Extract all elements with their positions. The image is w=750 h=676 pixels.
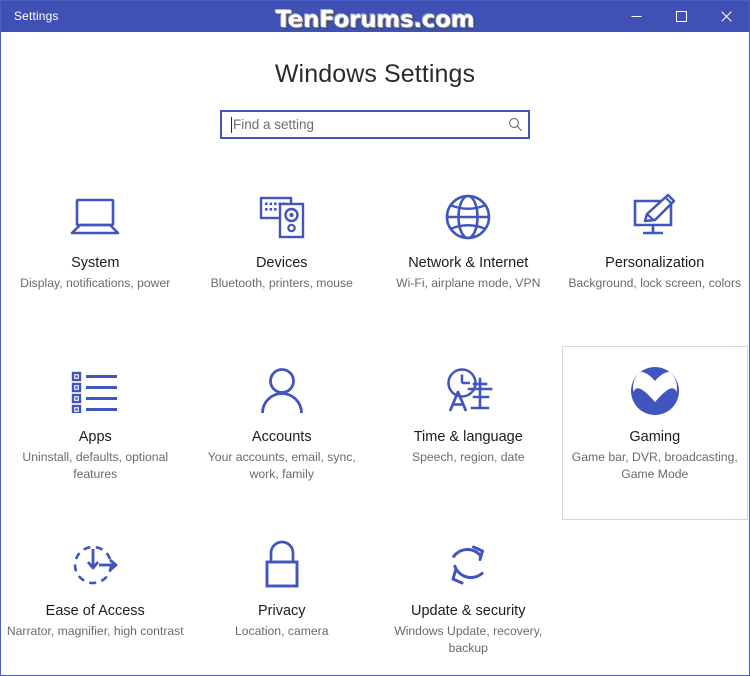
- tile-description: Speech, region, date: [412, 450, 525, 464]
- minimize-button[interactable]: [614, 1, 659, 32]
- tile-description: Your accounts, email, sync, work, family: [207, 450, 356, 481]
- tile-title: Ease of Access: [45, 603, 145, 619]
- tile-title: Apps: [78, 429, 112, 445]
- list-icon: [69, 360, 121, 422]
- search-box[interactable]: [220, 110, 530, 139]
- settings-tile-gaming[interactable]: Gaming Game bar, DVR, broadcasting, Game…: [561, 346, 748, 520]
- settings-content: Windows Settings Find a setting System D…: [1, 32, 749, 675]
- maximize-button[interactable]: [659, 1, 704, 32]
- settings-tile-ease-of-access[interactable]: Ease of Access Narrator, magnifier, high…: [2, 520, 189, 675]
- tile-description: Uninstall, defaults, optional features: [22, 450, 169, 481]
- close-button[interactable]: [704, 1, 749, 32]
- devices-icon: [254, 186, 310, 248]
- title-bar: Settings: [1, 1, 749, 32]
- settings-tile-time-language[interactable]: Time & language Speech, region, date: [375, 346, 562, 520]
- settings-tile-personalization[interactable]: Personalization Background, lock screen,…: [562, 172, 749, 346]
- tile-title: Gaming: [629, 429, 681, 445]
- search-row: [1, 110, 749, 139]
- settings-window: Settings TenForums.com Windows Settings …: [0, 0, 750, 676]
- tile-description: Game bar, DVR, broadcasting, Game Mode: [571, 450, 738, 481]
- lock-icon: [260, 534, 304, 596]
- tile-title: Privacy: [257, 603, 306, 619]
- tile-title: Accounts: [251, 429, 312, 445]
- paintbrush-monitor-icon: [627, 186, 683, 248]
- tile-description: Location, camera: [235, 624, 329, 638]
- tile-description: Display, notifications, power: [20, 276, 171, 290]
- window-controls: [614, 1, 749, 32]
- xbox-icon: [629, 360, 681, 422]
- window-title: Settings: [14, 9, 59, 23]
- settings-tile-grid: System Display, notifications, power Dev…: [1, 172, 749, 675]
- settings-tile-devices[interactable]: Devices Bluetooth, printers, mouse: [189, 172, 376, 346]
- tile-title: System: [71, 255, 120, 271]
- clock-language-icon: [441, 360, 495, 422]
- tile-title: Personalization: [605, 255, 705, 271]
- search-icon[interactable]: [502, 117, 528, 132]
- tile-title: Devices: [255, 255, 308, 271]
- tile-title: Time & language: [413, 429, 523, 445]
- search-input[interactable]: [232, 112, 502, 137]
- tile-description: Background, lock screen, colors: [568, 276, 742, 290]
- settings-tile-update-security[interactable]: Update & security Windows Update, recove…: [375, 520, 562, 675]
- settings-tile-privacy[interactable]: Privacy Location, camera: [189, 520, 376, 675]
- page-title: Windows Settings: [274, 60, 476, 88]
- settings-tile-network-internet[interactable]: Network & Internet Wi-Fi, airplane mode,…: [375, 172, 562, 346]
- ease-of-access-icon: [69, 534, 121, 596]
- tile-description: Bluetooth, printers, mouse: [210, 276, 353, 290]
- tile-title: Network & Internet: [408, 255, 529, 271]
- globe-icon: [443, 186, 493, 248]
- settings-tile-accounts[interactable]: Accounts Your accounts, email, sync, wor…: [189, 346, 376, 520]
- tile-description: Windows Update, recovery, backup: [394, 624, 543, 655]
- settings-tile-apps[interactable]: Apps Uninstall, defaults, optional featu…: [2, 346, 189, 520]
- tile-description: Wi-Fi, airplane mode, VPN: [396, 276, 541, 290]
- tile-description: Narrator, magnifier, high contrast: [6, 624, 184, 638]
- settings-tile-system[interactable]: System Display, notifications, power: [2, 172, 189, 346]
- tile-title: Update & security: [411, 603, 526, 619]
- laptop-icon: [67, 186, 123, 248]
- person-icon: [259, 360, 305, 422]
- refresh-icon: [443, 534, 493, 596]
